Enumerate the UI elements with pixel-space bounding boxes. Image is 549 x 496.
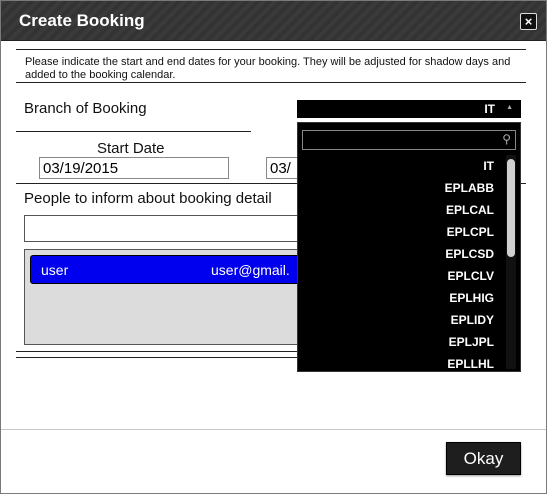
branch-option[interactable]: EPLCLV [298,265,502,287]
create-booking-dialog: Create Booking × Please indicate the sta… [0,0,547,494]
chevron-up-icon: ▲ [506,104,513,111]
people-list: user user@gmail. [24,249,324,345]
search-icon: ⚲ [502,132,511,146]
branch-options-list: IT EPLABB EPLCAL EPLCPL EPLCSD EPLCLV EP… [298,155,502,371]
branch-option[interactable]: IT [298,155,502,177]
divider [16,131,251,132]
person-name: user [41,262,69,278]
branch-option[interactable]: EPLLHL [298,353,502,371]
divider [16,351,301,352]
divider [16,357,301,358]
people-search-input[interactable] [24,215,324,242]
close-button[interactable]: × [520,13,537,30]
branch-option[interactable]: EPLABB [298,177,502,199]
people-label: People to inform about booking detail [24,190,272,207]
start-date-label: Start Date [97,140,165,157]
branch-selected-value: IT [484,102,495,116]
branch-dropdown: ⚲ IT EPLABB EPLCAL EPLCPL EPLCSD EPLCLV … [297,122,521,372]
branch-option[interactable]: EPLCSD [298,243,502,265]
branch-select[interactable]: IT ▲ [297,100,521,118]
branch-option[interactable]: EPLCPL [298,221,502,243]
divider [16,82,526,83]
dropdown-search-input[interactable]: ⚲ [302,130,516,150]
branch-option[interactable]: EPLJPL [298,331,502,353]
branch-label: Branch of Booking [24,100,147,117]
start-date-input[interactable] [39,157,229,179]
okay-button[interactable]: Okay [446,442,521,475]
branch-option[interactable]: EPLIDY [298,309,502,331]
divider [16,49,526,50]
people-list-item[interactable]: user user@gmail. [30,255,320,284]
branch-option[interactable]: EPLCAL [298,199,502,221]
dialog-title: Create Booking [19,11,145,30]
person-email: user@gmail. [211,262,290,278]
dropdown-scrollbar-thumb[interactable] [507,159,515,257]
instructions-text: Please indicate the start and end dates … [25,56,511,81]
title-bar: Create Booking × [1,1,546,41]
branch-option[interactable]: EPLHIG [298,287,502,309]
footer-divider [1,429,546,430]
